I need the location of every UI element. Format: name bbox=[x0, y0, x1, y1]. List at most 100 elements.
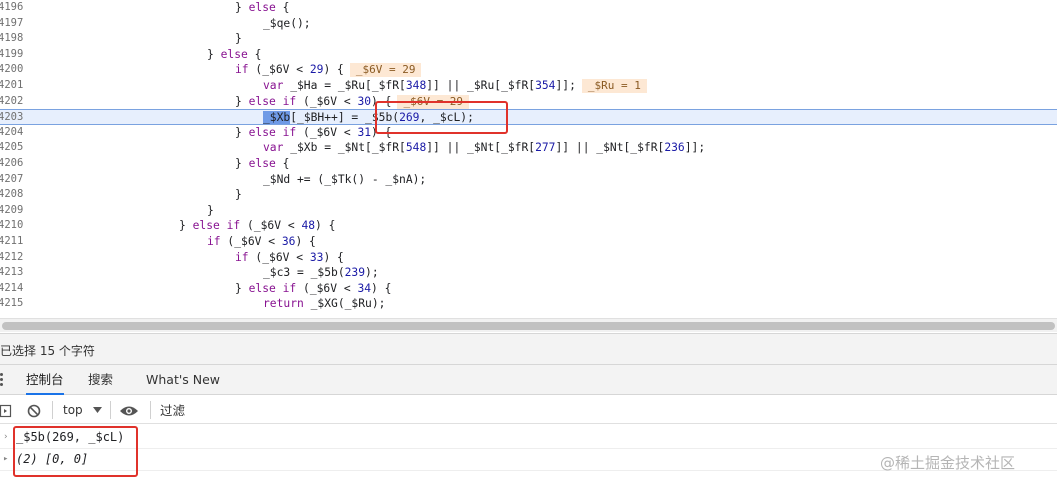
code-text[interactable]: if (_$6V < 36) { bbox=[207, 234, 316, 250]
inline-value-badge: _$Ru = 1 bbox=[581, 79, 647, 93]
code-text[interactable]: } else { bbox=[235, 156, 289, 172]
tab-console[interactable]: 控制台 bbox=[26, 365, 64, 395]
code-token: } bbox=[207, 203, 214, 217]
line-number[interactable]: 4201 bbox=[0, 78, 32, 94]
code-text[interactable]: _$qe(); bbox=[263, 16, 311, 32]
line-number[interactable]: 4196 bbox=[0, 0, 32, 16]
code-line[interactable]: 4211 if (_$6V < 36) { bbox=[0, 234, 1057, 250]
console-input-line[interactable]: › _$5b(269, _$cL) bbox=[0, 426, 1057, 448]
code-token: else bbox=[248, 157, 276, 170]
code-line[interactable]: 4205 var _$Xb = _$Nt[_$fR[548]] || _$Nt[_… bbox=[0, 140, 1057, 156]
code-text[interactable]: if (_$6V < 33) { bbox=[235, 250, 344, 266]
code-line[interactable]: 4196 } else { bbox=[0, 0, 1057, 16]
more-menu-icon[interactable] bbox=[0, 373, 4, 387]
line-number[interactable]: 4209 bbox=[0, 203, 32, 219]
line-number[interactable]: 4208 bbox=[0, 187, 32, 203]
line-number[interactable]: 4215 bbox=[0, 296, 32, 312]
code-line[interactable]: 4215 return _$XG(_$Ru); bbox=[0, 296, 1057, 312]
line-number[interactable]: 4198 bbox=[0, 31, 32, 47]
line-number[interactable]: 4197 bbox=[0, 16, 32, 32]
code-line[interactable]: 4212 if (_$6V < 33) { bbox=[0, 250, 1057, 266]
code-token: ]]; bbox=[684, 141, 706, 155]
code-line[interactable]: 4202 } else if (_$6V < 30) {_$6V = 29 bbox=[0, 94, 1057, 110]
code-token: _$XG(_$Ru); bbox=[303, 297, 386, 311]
code-token: (_$6V < bbox=[296, 125, 358, 139]
code-line[interactable]: 4197 _$qe(); bbox=[0, 16, 1057, 32]
code-token: (_$6V < bbox=[240, 219, 302, 233]
code-token: ) { bbox=[371, 281, 392, 295]
code-line[interactable]: 4213 _$c3 = _$5b(239); bbox=[0, 265, 1057, 281]
code-text[interactable]: } bbox=[235, 31, 242, 47]
code-token: 548 bbox=[405, 141, 427, 155]
code-line[interactable]: 4198} bbox=[0, 31, 1057, 47]
code-text[interactable]: } else if (_$6V < 48) { bbox=[179, 218, 335, 234]
code-text[interactable]: return _$XG(_$Ru); bbox=[263, 296, 385, 312]
line-number[interactable]: 4205 bbox=[0, 140, 32, 156]
code-token: ]] || _$Ru[_$fR[ bbox=[426, 79, 536, 92]
code-token: _$Nd += (_$Tk() - _$nA); bbox=[263, 172, 427, 186]
line-number[interactable]: 4211 bbox=[0, 234, 32, 250]
expand-triangle-icon[interactable]: ▸ bbox=[3, 448, 8, 470]
code-token: ]]; bbox=[555, 79, 576, 92]
code-line-active[interactable]: 4203 _$Xb[_$BH++] = _$5b(269, _$cL); bbox=[0, 109, 1057, 125]
code-text[interactable]: _$c3 = _$5b(239); bbox=[263, 265, 379, 281]
line-number[interactable]: 4206 bbox=[0, 156, 32, 172]
console-toolbar: top bbox=[0, 396, 1057, 424]
filter-input[interactable] bbox=[160, 400, 1040, 420]
code-line[interactable]: 4210 } else if (_$6V < 48) { bbox=[0, 218, 1057, 234]
line-number[interactable]: 4213 bbox=[0, 265, 32, 281]
code-line[interactable]: 4208} bbox=[0, 187, 1057, 203]
code-token: else if bbox=[248, 94, 297, 108]
code-text[interactable]: } else { bbox=[207, 47, 261, 63]
code-text[interactable]: _$Nd += (_$Tk() - _$nA); bbox=[263, 172, 426, 188]
code-text[interactable]: if (_$6V < 29) {_$6V = 29 bbox=[235, 62, 422, 78]
line-number[interactable]: 4214 bbox=[0, 281, 32, 297]
code-text[interactable]: } bbox=[235, 187, 242, 203]
tab-search[interactable]: 搜索 bbox=[88, 365, 113, 395]
line-number[interactable]: 4212 bbox=[0, 250, 32, 266]
code-line[interactable]: 4201 var _$Ha = _$Ru[_$fR[348]] || _$Ru[_… bbox=[0, 78, 1057, 94]
line-number[interactable]: 4199 bbox=[0, 47, 32, 63]
code-text[interactable]: } else if (_$6V < 34) { bbox=[235, 281, 391, 297]
code-token: ) { bbox=[295, 235, 316, 248]
clear-console-icon[interactable] bbox=[27, 403, 41, 418]
line-number[interactable]: 4202 bbox=[0, 94, 32, 110]
horizontal-scrollbar[interactable] bbox=[0, 318, 1057, 332]
chevron-down-icon bbox=[92, 401, 102, 419]
code-line[interactable]: 4204 } else if (_$6V < 31) { bbox=[0, 125, 1057, 141]
code-token: ) { bbox=[371, 125, 392, 139]
line-number[interactable]: 4210 bbox=[0, 218, 32, 234]
source-code-panel[interactable]: 4196} else {4197 _$qe(); 4198} 4199} else {… bbox=[0, 0, 1057, 318]
context-value: top bbox=[63, 403, 83, 417]
code-line[interactable]: 4199 } else { bbox=[0, 47, 1057, 63]
code-text[interactable]: var _$Ha = _$Ru[_$fR[348]] || _$Ru[_$fR[… bbox=[263, 78, 647, 94]
code-token: _$c3 = _$5b( bbox=[263, 266, 345, 280]
code-line[interactable]: 4206 } else { bbox=[0, 156, 1057, 172]
tab-whats-new[interactable]: What's New bbox=[146, 365, 220, 395]
eye-icon[interactable] bbox=[119, 403, 139, 417]
code-line[interactable]: 4209} bbox=[0, 203, 1057, 219]
code-line[interactable]: 4207 _$Nd += (_$Tk() - _$nA); bbox=[0, 172, 1057, 188]
code-token: 30 bbox=[357, 94, 372, 108]
code-text[interactable]: _$Xb[_$BH++] = _$5b(269, _$cL); bbox=[263, 110, 474, 126]
code-text[interactable]: } else if (_$6V < 31) { bbox=[235, 125, 391, 141]
code-token: return bbox=[263, 297, 304, 311]
code-token: ) { bbox=[323, 63, 344, 77]
line-number[interactable]: 4207 bbox=[0, 172, 32, 188]
code-token: } bbox=[235, 125, 249, 139]
code-text[interactable]: var _$Xb = _$Nt[_$fR[548]] || _$Nt[_$fR[… bbox=[263, 140, 705, 156]
code-text[interactable]: } else { bbox=[235, 0, 289, 16]
code-token: _$Xb = _$Nt[_$fR[ bbox=[283, 141, 406, 155]
line-number[interactable]: 4200 bbox=[0, 62, 32, 78]
code-token: (_$6V < bbox=[248, 63, 310, 77]
context-selector[interactable]: top bbox=[63, 401, 102, 419]
code-line[interactable]: 4214 } else if (_$6V < 34) { bbox=[0, 281, 1057, 297]
toolbar-divider bbox=[110, 401, 111, 419]
scrollbar-thumb[interactable] bbox=[2, 322, 1055, 330]
code-text[interactable]: } else if (_$6V < 30) {_$6V = 29 bbox=[235, 94, 470, 110]
code-line[interactable]: 4200 if (_$6V < 29) {_$6V = 29 bbox=[0, 62, 1057, 78]
line-number[interactable]: 4204 bbox=[0, 125, 32, 141]
code-text[interactable]: } bbox=[207, 203, 214, 219]
line-number[interactable]: 4203 bbox=[0, 110, 32, 126]
sidebar-toggle-icon[interactable] bbox=[0, 403, 14, 418]
